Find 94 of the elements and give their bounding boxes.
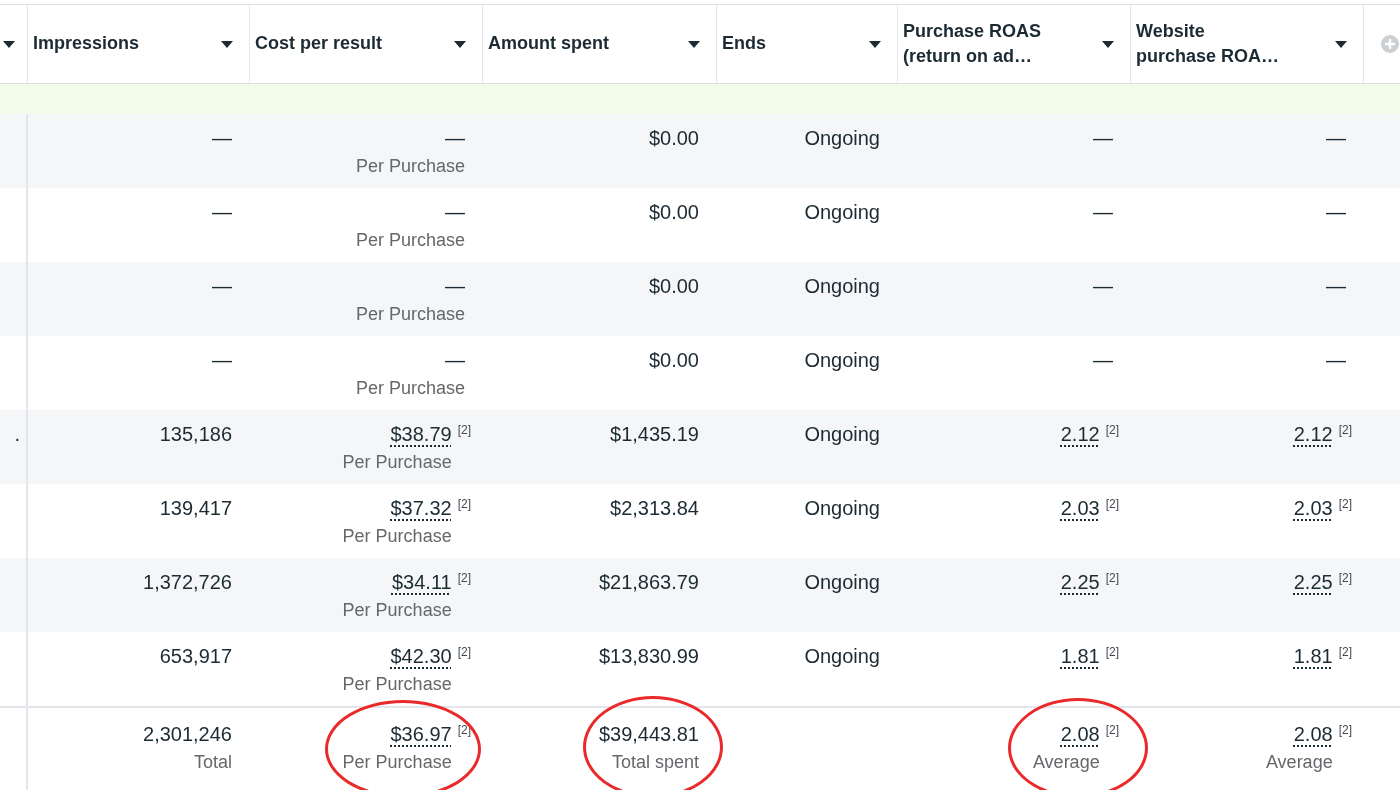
cell-caption: Per Purchase <box>342 752 452 773</box>
table-cell-text: 1.81 <box>1293 644 1333 669</box>
table-cell-text: $0.00 <box>648 274 699 299</box>
caret-icon[interactable] <box>454 40 466 48</box>
table-cell-text: $42.30 <box>390 644 452 669</box>
table-cell-text: Ongoing <box>804 570 880 595</box>
cell-caption: Per Purchase <box>342 526 452 547</box>
table-cell-text: — <box>1093 348 1113 373</box>
table-cell-text: 2.25 <box>1293 570 1333 595</box>
table-cell-text: — <box>212 274 232 299</box>
footnote: [2] <box>1104 570 1119 587</box>
table-cell-text: $37.32 <box>390 496 452 521</box>
table-cell-text: 2.25 <box>1060 570 1100 595</box>
table-cell-text: $1,435.19 <box>610 422 699 447</box>
table-cell-text: Ongoing <box>804 422 880 447</box>
cell-caption: Per Purchase <box>355 156 465 177</box>
column-header[interactable]: Cost per result <box>255 31 383 57</box>
table-cell-text: — <box>445 274 465 299</box>
table-cell-text: 1,372,726 <box>143 570 232 595</box>
table-cell-text: — <box>1326 348 1346 373</box>
table-cell-text: $34.11 <box>391 570 452 595</box>
footnote: [2] <box>1337 722 1352 739</box>
caret-icon[interactable] <box>1102 40 1114 48</box>
table-cell-text: Ongoing <box>804 274 880 299</box>
table-cell-text: $38.79 <box>390 422 452 447</box>
table-cell-text: Ongoing <box>804 126 880 151</box>
table-cell-text: 2.12 <box>1060 422 1100 447</box>
table-cell-text: — <box>1326 274 1346 299</box>
table-cell-text: Ongoing <box>804 496 880 521</box>
column-header[interactable]: Website purchase ROA… <box>1136 18 1284 70</box>
table-cell-text: 135,186 <box>159 422 232 447</box>
footnote: [2] <box>1104 496 1119 513</box>
cell-caption: Per Purchase <box>355 304 465 325</box>
footnote: [2] <box>456 570 471 587</box>
table-cell-text: Ongoing <box>804 200 880 225</box>
cell-caption: Per Purchase <box>342 452 452 473</box>
table-cell-text: 2.12 <box>1293 422 1333 447</box>
table-cell-text: $2,313.84 <box>610 496 699 521</box>
table-cell-text: $21,863.79 <box>598 570 699 595</box>
column-header[interactable]: Amount spent <box>488 31 609 57</box>
table-cell-text: 2.08 <box>1060 722 1100 747</box>
footnote: [2] <box>456 422 471 439</box>
table-cell-text: $0.00 <box>648 200 699 225</box>
table-cell-text: 2.03 <box>1293 496 1333 521</box>
cell-caption: Per Purchase <box>355 230 465 251</box>
table-cell-text: — <box>1326 200 1346 225</box>
cell-caption: Per Purchase <box>355 378 465 399</box>
table-cell-text: — <box>1093 274 1113 299</box>
table-cell-text: — <box>1326 126 1346 151</box>
table-cell-text: — <box>1093 126 1113 151</box>
footnote: [2] <box>1337 570 1352 587</box>
caret-icon[interactable] <box>869 40 881 48</box>
column-header[interactable]: Ends <box>722 31 766 57</box>
footnote: [2] <box>1104 422 1119 439</box>
table-cell-text: $0.00 <box>648 348 699 373</box>
cell-caption: Average <box>1032 752 1100 773</box>
table-cell-text: — <box>212 126 232 151</box>
cell-caption: Per Purchase <box>342 600 452 621</box>
footnote: [2] <box>1337 644 1352 661</box>
table-cell-text: 653,917 <box>159 644 232 669</box>
table-cell-text: — <box>445 200 465 225</box>
table-cell-text: — <box>1093 200 1113 225</box>
table-cell-text: . <box>14 422 20 447</box>
cell-caption: Average <box>1265 752 1333 773</box>
caret-icon[interactable] <box>1335 40 1347 48</box>
footnote: [2] <box>1337 496 1352 513</box>
footnote: [2] <box>1104 644 1119 661</box>
footnote: [2] <box>1337 422 1352 439</box>
table-cell-text: $36.97 <box>390 722 452 747</box>
table-cell-text: 1.81 <box>1060 644 1100 669</box>
column-header[interactable]: Impressions <box>33 31 140 57</box>
table-cell-text: Ongoing <box>804 644 880 669</box>
table-cell-text: 2.08 <box>1293 722 1333 747</box>
table-cell-text: — <box>445 126 465 151</box>
table-cell-text: 2.03 <box>1060 496 1100 521</box>
table-cell-text: — <box>212 200 232 225</box>
table-cell-text: $39,443.81 <box>598 722 699 747</box>
table-cell-text: $0.00 <box>648 126 699 151</box>
caret-icon[interactable] <box>3 40 15 48</box>
table-cell-text: 139,417 <box>159 496 232 521</box>
caret-icon[interactable] <box>688 40 700 48</box>
table-cell-text: $13,830.99 <box>598 644 699 669</box>
table-cell-text: — <box>445 348 465 373</box>
cell-caption: Total <box>193 752 232 773</box>
footnote: [2] <box>456 644 471 661</box>
cell-caption: Per Purchase <box>342 674 452 695</box>
column-header[interactable]: Purchase ROAS (return on ad… <box>903 18 1051 70</box>
table-cell-text: 2,301,246 <box>143 722 232 747</box>
footnote: [2] <box>456 496 471 513</box>
footnote: [2] <box>1104 722 1119 739</box>
table-cell-text: — <box>212 348 232 373</box>
caret-icon[interactable] <box>221 40 233 48</box>
cell-caption: Total spent <box>611 752 699 773</box>
table-cell-text: Ongoing <box>804 348 880 373</box>
